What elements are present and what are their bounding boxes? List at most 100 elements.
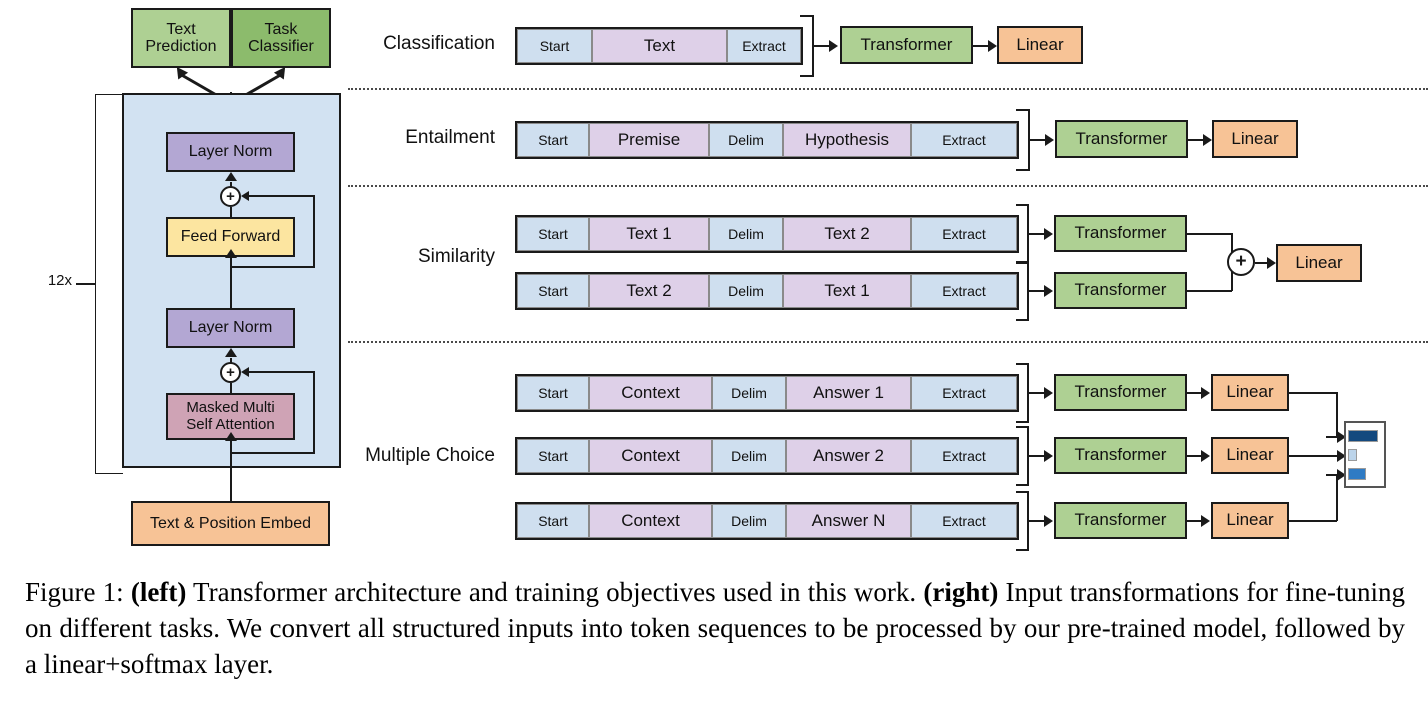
token-cell: Text <box>592 29 727 63</box>
token-cell: Extract <box>911 217 1017 251</box>
arrow-to-transformer <box>1044 387 1053 399</box>
transformer-box: Transformer <box>1054 437 1187 474</box>
output-bar <box>1348 468 1366 480</box>
token-cell: Extract <box>911 123 1017 157</box>
similarity-add-circle: + <box>1227 248 1255 276</box>
residual-add-bottom: + <box>220 362 241 383</box>
token-cell: Hypothesis <box>783 123 911 157</box>
transformer-box: Transformer <box>1055 120 1188 158</box>
block-layer-norm-bottom: Layer Norm <box>166 308 295 348</box>
transformer-box: Transformer <box>1054 502 1187 539</box>
line-ff-out <box>230 207 232 219</box>
transformer-box: Transformer <box>1054 374 1187 411</box>
task-label-entailment: Entailment <box>405 127 495 148</box>
arrow-to-linear <box>1201 387 1210 399</box>
residual-bot-in-h <box>248 371 315 373</box>
arrow-to-linear <box>1201 450 1210 462</box>
sequence-bracket <box>1016 491 1029 551</box>
residual-bot-tap <box>230 452 315 454</box>
mc-wire-2-h <box>1289 455 1342 457</box>
figure-caption: Figure 1: (left) Transformer architectur… <box>25 575 1405 683</box>
sequence-bracket <box>1016 109 1030 171</box>
token-cell: Context <box>589 439 712 473</box>
token-cell: Start <box>517 123 589 157</box>
token-cell: Extract <box>911 504 1017 538</box>
token-sequence-entailment: Start Premise Delim Hypothesis Extract <box>515 121 1019 159</box>
arrow-to-linear <box>1201 515 1210 527</box>
token-cell: Answer 2 <box>786 439 911 473</box>
linear-box: Linear <box>997 26 1083 64</box>
block-layer-norm-top: Layer Norm <box>166 132 295 172</box>
arrow-to-transformer <box>829 40 838 52</box>
token-cell: Start <box>517 376 589 410</box>
token-cell: Start <box>517 439 589 473</box>
line-attn-in <box>230 441 232 501</box>
arrow-to-transformer <box>1044 228 1053 240</box>
token-cell: Text 1 <box>783 274 911 308</box>
arrow-into-layer-norm-top <box>225 172 237 181</box>
caption-bold-right: (right) <box>923 577 999 607</box>
row-separator-1 <box>348 88 1428 90</box>
token-cell: Extract <box>911 439 1017 473</box>
line-attn-out <box>230 383 232 395</box>
arrow-to-transformer <box>1044 450 1053 462</box>
token-sequence-mc-1: Start Context Delim Answer 1 Extract <box>515 374 1019 412</box>
mc-wire-3-v <box>1336 474 1338 521</box>
softmax-output-chart <box>1344 421 1386 488</box>
linear-box: Linear <box>1276 244 1362 282</box>
mc-wire-1-h <box>1289 392 1337 394</box>
head-box-task-classifier: Task Classifier <box>231 8 331 68</box>
linear-box: Linear <box>1212 120 1298 158</box>
arrow-into-layer-norm-bottom <box>225 348 237 357</box>
arrow-into-attention <box>225 432 237 441</box>
token-cell: Answer 1 <box>786 376 911 410</box>
token-cell: Delim <box>712 504 786 538</box>
linear-box: Linear <box>1211 437 1289 474</box>
task-label-classification: Classification <box>383 33 495 54</box>
task-label-multiple-choice: Multiple Choice <box>365 445 495 466</box>
sequence-bracket <box>1016 261 1029 321</box>
sequence-bracket <box>1016 363 1029 423</box>
residual-top-arrowhead <box>241 191 249 201</box>
token-sequence-similarity-1: Start Text 1 Delim Text 2 Extract <box>515 215 1019 253</box>
token-sequence-classification: Start Text Extract <box>515 27 803 65</box>
arrow-to-linear <box>1203 134 1212 146</box>
token-cell: Delim <box>712 439 786 473</box>
arrow-to-linear <box>1267 257 1276 269</box>
token-sequence-mc-3: Start Context Delim Answer N Extract <box>515 502 1019 540</box>
token-cell: Premise <box>589 123 709 157</box>
sequence-bracket <box>800 15 814 77</box>
token-cell: Start <box>517 504 589 538</box>
row-separator-2 <box>348 185 1428 187</box>
residual-top-v <box>313 195 315 268</box>
task-label-similarity: Similarity <box>417 246 495 267</box>
token-cell: Start <box>517 29 592 63</box>
token-cell: Delim <box>709 123 783 157</box>
linear-box: Linear <box>1211 374 1289 411</box>
token-cell: Context <box>589 376 712 410</box>
arrow-into-feed-forward <box>225 249 237 258</box>
merge-wire-bottom <box>1187 290 1232 292</box>
residual-bottom-arrowhead <box>241 367 249 377</box>
token-cell: Extract <box>911 274 1017 308</box>
token-cell: Answer N <box>786 504 911 538</box>
token-cell: Text 2 <box>783 217 911 251</box>
transformer-box: Transformer <box>1054 272 1187 309</box>
embedding-box: Text & Position Embed <box>131 501 330 546</box>
repeat-bracket <box>95 94 123 474</box>
line-ff-in <box>230 258 232 308</box>
caption-prefix: Figure 1: <box>25 577 124 607</box>
transformer-box: Transformer <box>840 26 973 64</box>
linear-box: Linear <box>1211 502 1289 539</box>
token-cell: Start <box>517 274 589 308</box>
transformer-box: Transformer <box>1054 215 1187 252</box>
residual-add-top: + <box>220 186 241 207</box>
arrow-to-transformer <box>1044 285 1053 297</box>
repeat-tick <box>76 283 96 285</box>
token-cell: Text 2 <box>589 274 709 308</box>
arrow-to-transformer <box>1044 515 1053 527</box>
arrow-to-transformer <box>1045 134 1054 146</box>
output-bar <box>1348 430 1378 442</box>
token-cell: Start <box>517 217 589 251</box>
caption-text-1: Transformer architecture and training ob… <box>186 577 924 607</box>
